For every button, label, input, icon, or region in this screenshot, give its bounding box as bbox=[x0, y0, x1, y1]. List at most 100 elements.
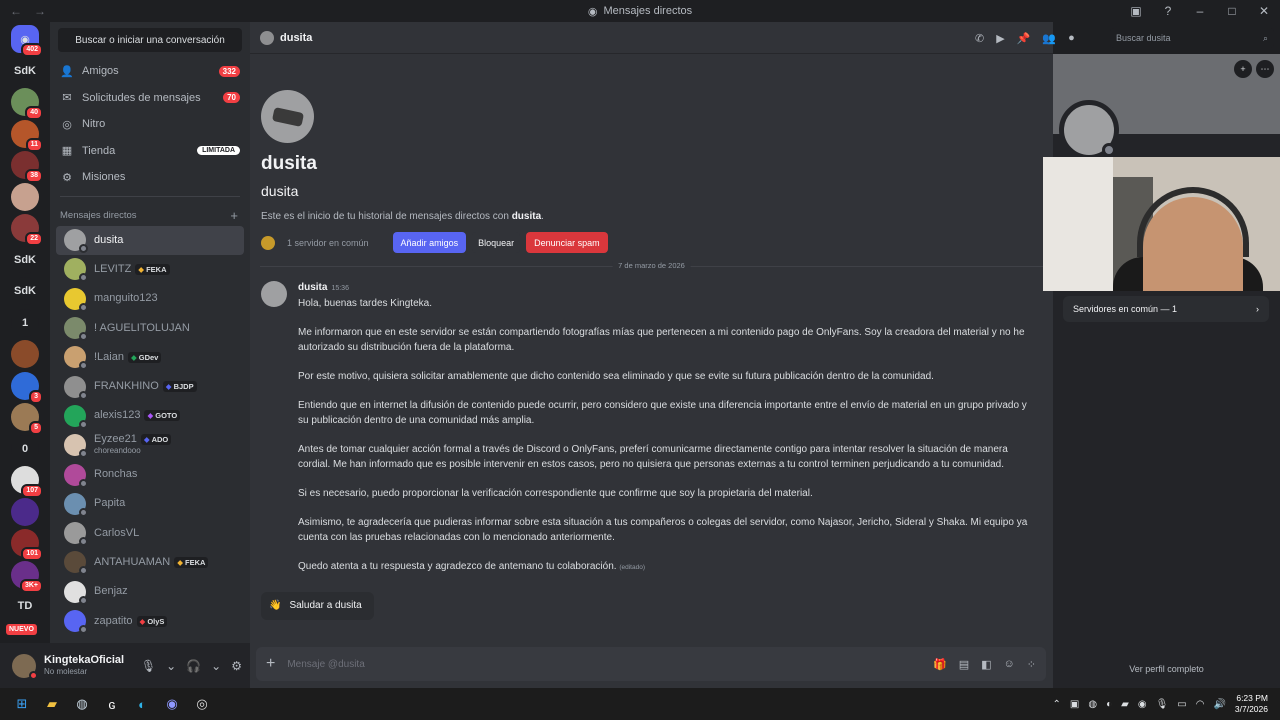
dm-item[interactable]: alexis123 ◆ GOTO bbox=[56, 401, 244, 430]
tray-app-icon[interactable]: ▣ bbox=[1070, 699, 1079, 710]
dm-item[interactable]: Benjaz bbox=[56, 577, 244, 606]
server-icon[interactable]: 3K+ bbox=[11, 560, 43, 593]
edge-icon[interactable]: ◐ bbox=[132, 694, 152, 714]
server-icon[interactable]: TD bbox=[11, 592, 39, 620]
add-friends-dm-icon[interactable]: 👥 bbox=[1042, 32, 1056, 45]
steam-icon[interactable]: ◍ bbox=[72, 694, 92, 714]
server-icon[interactable]: SdK bbox=[11, 56, 39, 85]
video-call-icon[interactable]: ▶ bbox=[996, 32, 1004, 45]
report-spam-button[interactable]: Denunciar spam bbox=[526, 232, 608, 253]
message-input[interactable]: Mensaje @dusita bbox=[287, 659, 364, 670]
clock[interactable]: 6:23 PM 3/7/2026 bbox=[1235, 693, 1268, 715]
close-button[interactable]: ✕ bbox=[1248, 4, 1280, 18]
dm-item[interactable]: CarlosVL bbox=[56, 518, 244, 547]
dm-item[interactable]: LEVITZ ◆ FEKA bbox=[56, 255, 244, 284]
user-profile-icon[interactable]: ● bbox=[1068, 32, 1075, 44]
server-icon[interactable]: 107 bbox=[11, 466, 43, 498]
server-icon[interactable]: 40 bbox=[11, 88, 43, 120]
server-icon[interactable]: 3 bbox=[11, 371, 43, 404]
mention-badge: 402 bbox=[21, 43, 43, 57]
server-icon[interactable] bbox=[11, 497, 39, 526]
chevron-down-icon[interactable]: ⌄ bbox=[166, 659, 176, 673]
server-icon[interactable]: 38 bbox=[11, 151, 43, 183]
voice-call-icon[interactable]: ✆ bbox=[975, 32, 984, 45]
server-icon[interactable]: 22 bbox=[11, 214, 43, 246]
discord-logo-icon: ◉ bbox=[587, 5, 598, 18]
mutual-servers[interactable]: 1 servidor en común bbox=[287, 238, 369, 248]
wifi-icon[interactable]: ◠ bbox=[1196, 699, 1205, 710]
user-avatar[interactable] bbox=[12, 653, 38, 680]
server-icon[interactable] bbox=[11, 340, 39, 368]
maximize-button[interactable]: □ bbox=[1216, 4, 1248, 18]
search-input[interactable]: Buscar dusita ⌕ bbox=[1110, 28, 1274, 48]
server-icon[interactable]: SdK bbox=[11, 277, 39, 305]
profile-avatar[interactable] bbox=[1059, 100, 1119, 160]
tray-expand-icon[interactable]: ⌃ bbox=[1053, 699, 1061, 710]
tray-edge-icon[interactable]: ◐ bbox=[1106, 699, 1112, 710]
sidebar-item-mail[interactable]: ✉ Solicitudes de mensajes 70 bbox=[50, 85, 250, 112]
tray-steam-icon[interactable]: ◍ bbox=[1088, 699, 1097, 710]
windows-start-icon[interactable]: ⊞ bbox=[12, 694, 32, 714]
settings-gear-icon[interactable]: ⚙ bbox=[231, 659, 242, 673]
message-author[interactable]: dusita bbox=[298, 282, 327, 293]
add-friend-button[interactable]: Añadir amigos bbox=[392, 232, 467, 253]
more-options-icon[interactable]: ⋯ bbox=[1256, 60, 1274, 78]
microphone-icon[interactable]: 🎙 bbox=[141, 659, 156, 673]
dm-item[interactable]: dusita bbox=[56, 225, 244, 255]
forward-arrow-icon[interactable]: → bbox=[34, 4, 46, 18]
headphones-icon[interactable]: 🎧 bbox=[186, 659, 201, 673]
find-conversation-button[interactable]: Buscar o iniciar una conversación bbox=[58, 28, 242, 52]
dm-item[interactable]: manguito123 bbox=[56, 284, 244, 313]
minimize-button[interactable]: – bbox=[1184, 4, 1216, 18]
dm-item[interactable]: ANTAHUAMAN ◆ FEKA bbox=[56, 548, 244, 577]
dm-item[interactable]: FRANKHINO ◆ BJDP bbox=[56, 372, 244, 401]
dm-item[interactable]: zapatito ◆ OlyS bbox=[56, 606, 244, 635]
sidebar-item-nitro[interactable]: ◎ Nitro bbox=[50, 111, 250, 138]
attach-plus-icon[interactable]: + bbox=[266, 655, 275, 673]
server-icon[interactable]: 101 bbox=[11, 529, 43, 561]
dm-item[interactable]: Papita bbox=[56, 489, 244, 518]
sidebar-item-friends[interactable]: 👤 Amigos 332 bbox=[50, 58, 250, 85]
mutual-servers-row[interactable]: Servidores en común — 1 › bbox=[1063, 296, 1269, 322]
status-icon bbox=[79, 537, 88, 547]
pin-icon[interactable]: 📌 bbox=[1017, 32, 1031, 45]
message-avatar[interactable] bbox=[261, 281, 287, 307]
server-icon[interactable]: 5 bbox=[11, 403, 43, 435]
inbox-icon[interactable]: ▣ bbox=[1120, 4, 1152, 18]
wave-button[interactable]: 👋 Saludar a dusita bbox=[261, 591, 374, 620]
discord-taskbar-icon[interactable]: ◉ bbox=[162, 694, 182, 714]
dm-item[interactable]: Eyzee21 ◆ ADO choreandooo bbox=[56, 431, 244, 460]
sidebar-item-quests[interactable]: ⚙ Misiones bbox=[50, 164, 250, 191]
file-explorer-icon[interactable]: ▰ bbox=[42, 694, 62, 714]
apps-icon[interactable]: ⁘ bbox=[1027, 658, 1036, 671]
server-icon[interactable]: 1 bbox=[11, 308, 39, 337]
dm-item[interactable]: Ronchas bbox=[56, 460, 244, 489]
tray-mic-icon[interactable]: 🎙 bbox=[1156, 699, 1169, 710]
gift-icon[interactable]: 🎁 bbox=[933, 658, 947, 671]
add-friend-icon[interactable]: + bbox=[1234, 60, 1252, 78]
app-icon[interactable]: ɢ bbox=[102, 694, 122, 714]
block-button[interactable]: Bloquear bbox=[472, 232, 521, 253]
home-button[interactable]: ◉ 402 bbox=[11, 25, 43, 57]
sticker-icon[interactable]: ◧ bbox=[981, 658, 991, 671]
server-icon[interactable]: SdK bbox=[11, 245, 39, 274]
dm-item[interactable]: ! AGUELITOLUJAN bbox=[56, 313, 244, 342]
dm-item[interactable]: !Laian ◆ GDev bbox=[56, 343, 244, 372]
tray-discord-icon[interactable]: ◉ bbox=[1138, 699, 1147, 710]
tray-nvidia-icon[interactable]: ▰ bbox=[1121, 699, 1129, 710]
server-icon[interactable] bbox=[11, 182, 39, 211]
create-dm-icon[interactable]: + bbox=[230, 208, 238, 223]
sidebar-item-shop[interactable]: ▦ Tienda LIMITADA bbox=[50, 138, 250, 165]
server-icon[interactable]: 11 bbox=[11, 119, 43, 152]
back-arrow-icon[interactable]: ← bbox=[10, 4, 22, 18]
gif-icon[interactable]: ▤ bbox=[959, 658, 969, 671]
help-icon[interactable]: ? bbox=[1152, 4, 1184, 18]
view-full-profile-link[interactable]: Ver perfil completo bbox=[1053, 664, 1280, 674]
tray-display-icon[interactable]: ▭ bbox=[1177, 699, 1186, 710]
server-icon[interactable]: 0 bbox=[11, 434, 39, 463]
emoji-icon[interactable]: ☺ bbox=[1004, 658, 1015, 671]
chevron-down-icon[interactable]: ⌄ bbox=[211, 659, 221, 673]
obs-icon[interactable]: ◎ bbox=[192, 694, 212, 714]
volume-icon[interactable]: 🔊 bbox=[1213, 699, 1225, 710]
message-composer[interactable]: + Mensaje @dusita 🎁 ▤ ◧ ☺ ⁘ bbox=[256, 647, 1046, 681]
